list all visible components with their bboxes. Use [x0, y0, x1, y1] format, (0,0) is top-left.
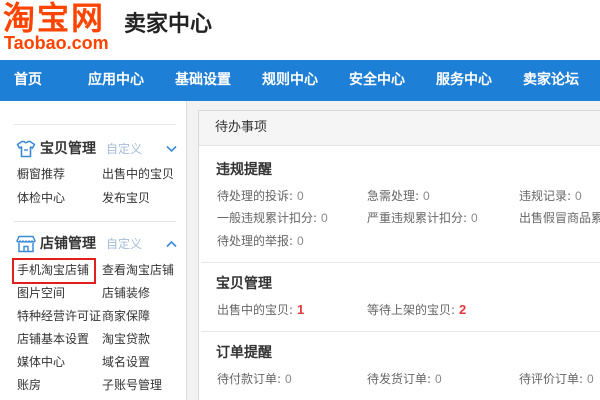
nav-rules-center[interactable]: 规则中心 — [262, 60, 318, 101]
nav-app-center[interactable]: 应用中心 — [88, 60, 144, 101]
sidebar-item-domain-settings[interactable]: 域名设置 — [102, 351, 185, 374]
todo-item[interactable]: 一般违规累计扣分: 0 — [217, 207, 365, 229]
todo-item[interactable]: 待处理的投诉: 0 — [217, 185, 365, 207]
todo-label: 出售中的宝贝: — [217, 303, 294, 317]
section-divider — [201, 262, 600, 263]
todo-count: 0 — [587, 372, 594, 386]
sidebar-divider — [14, 124, 176, 125]
list-row: 一般违规累计扣分: 0 严重违规累计扣分: 0 出售假冒商品累 — [199, 207, 600, 229]
sidebar-item-image-space[interactable]: 图片空间 — [17, 282, 102, 305]
todo-item[interactable]: 出售中的宝贝: 1 — [217, 299, 365, 321]
sidebar-item-on-sale[interactable]: 出售中的宝贝 — [102, 162, 185, 186]
todo-count: 0 — [435, 372, 442, 386]
todo-label: 违规记录: — [519, 189, 572, 203]
logo-chinese-text: 淘宝网 — [3, 0, 106, 37]
logo-domain-text: Taobao.com — [4, 33, 109, 53]
todo-count: 0 — [297, 234, 304, 248]
list-row: 待处理的举报: 0 — [199, 230, 600, 252]
todo-label: 等待上架的宝贝: — [367, 303, 456, 317]
todo-count: 1 — [297, 302, 305, 317]
page-header: 淘宝网 Taobao.com 卖家中心 — [0, 0, 600, 60]
sidebar-item-store-decoration[interactable]: 店铺装修 — [102, 282, 185, 305]
list-row: 待付款订单: 0 待发货订单: 0 待评价订单: 0 — [199, 368, 600, 390]
sidebar-divider — [14, 221, 176, 222]
todo-label: 待付款订单: — [217, 372, 282, 386]
todo-item[interactable]: 急需处理: 0 — [367, 185, 517, 207]
todo-item[interactable]: 待付款订单: 0 — [217, 368, 365, 390]
section-title-violations: 违规提醒 — [216, 162, 272, 178]
todo-count: 0 — [285, 372, 292, 386]
todo-count: 0 — [423, 189, 430, 203]
sidebar-item-health-check[interactable]: 体检中心 — [17, 186, 102, 210]
list-row: 待处理的投诉: 0 急需处理: 0 违规记录: 0 — [199, 185, 600, 207]
section-title-products: 宝贝管理 — [216, 276, 272, 292]
sidebar-item-media-center[interactable]: 媒体中心 — [17, 351, 102, 374]
todo-item[interactable]: 严重违规累计扣分: 0 — [367, 207, 517, 229]
panel-header: 待办事项 — [199, 111, 600, 146]
nav-basic-settings[interactable]: 基础设置 — [175, 60, 231, 101]
todo-count: 0 — [297, 189, 304, 203]
taobao-logo: 淘宝网 Taobao.com — [3, 1, 117, 57]
todo-item[interactable]: 等待上架的宝贝: 2 — [367, 299, 517, 321]
nav-security-center[interactable]: 安全中心 — [349, 60, 405, 101]
sidebar-item-showcase[interactable]: 橱窗推荐 — [17, 162, 102, 186]
nav-home[interactable]: 首页 — [14, 60, 42, 101]
sidebar-item-mobile-store[interactable]: 手机淘宝店铺 — [12, 258, 102, 284]
sidebar-item-merchant-guarantee[interactable]: 商家保障 — [102, 305, 185, 328]
customize-link[interactable]: 自定义 — [106, 233, 142, 255]
sidebar-item-publish[interactable]: 发布宝贝 — [102, 186, 185, 210]
sidebar: 宝贝管理 自定义 橱窗推荐 出售中的宝贝 体检中心 发布宝贝 店铺管理 自定义 — [0, 101, 187, 400]
sidebar-item-special-license[interactable]: 特种经营许可证 — [17, 305, 102, 328]
main-nav: 首页 应用中心 基础设置 规则中心 安全中心 服务中心 卖家论坛 — [0, 60, 600, 101]
sidebar-section-title: 店铺管理 — [40, 236, 96, 252]
nav-seller-forum[interactable]: 卖家论坛 — [523, 60, 579, 101]
todo-count: 0 — [321, 211, 328, 225]
todo-label: 待发货订单: — [367, 372, 432, 386]
page-title: 卖家中心 — [124, 12, 213, 37]
todo-label: 一般违规累计扣分: — [217, 211, 318, 225]
sidebar-item-sub-accounts[interactable]: 子账号管理 — [102, 374, 185, 397]
todo-item[interactable]: 违规记录: 0 — [519, 185, 600, 207]
sidebar-item-basic-settings[interactable]: 店铺基本设置 — [17, 328, 102, 351]
todo-label: 待处理的举报: — [217, 234, 294, 248]
todo-item[interactable]: 待评价订单: 0 — [519, 368, 600, 390]
todo-label: 严重违规累计扣分: — [367, 211, 468, 225]
sidebar-item-view-store[interactable]: 查看淘宝店铺 — [102, 259, 185, 282]
chevron-up-icon[interactable] — [166, 240, 177, 248]
customize-link[interactable]: 自定义 — [106, 138, 142, 160]
section-divider — [201, 331, 600, 332]
todo-count: 0 — [471, 211, 478, 225]
sidebar-item-loans[interactable]: 淘宝贷款 — [102, 328, 185, 351]
todo-item[interactable]: 待处理的举报: 0 — [217, 230, 365, 252]
sidebar-item-account-room[interactable]: 账房 — [17, 374, 102, 397]
todo-label: 急需处理: — [367, 189, 420, 203]
nav-service-center[interactable]: 服务中心 — [436, 60, 492, 101]
todo-item[interactable]: 待发货订单: 0 — [367, 368, 517, 390]
todo-label: 待评价订单: — [519, 372, 584, 386]
todo-count: 2 — [459, 302, 467, 317]
sidebar-section-title: 宝贝管理 — [40, 141, 96, 157]
panel-title: 待办事项 — [215, 120, 268, 135]
sidebar-product-links: 橱窗推荐 出售中的宝贝 体检中心 发布宝贝 — [17, 162, 185, 210]
todo-panel: 待办事项 违规提醒 待处理的投诉: 0 急需处理: 0 违规记录: 0 一般违规累计扣… — [198, 110, 600, 400]
todo-label: 待处理的投诉: — [217, 189, 294, 203]
todo-count: 0 — [575, 189, 582, 203]
sidebar-store-links: 手机淘宝店铺 查看淘宝店铺 图片空间 店铺装修 特种经营许可证 商家保障 店铺基… — [12, 258, 185, 397]
todo-label: 出售假冒商品累 — [519, 211, 600, 225]
todo-item[interactable]: 出售假冒商品累 — [519, 207, 600, 229]
section-title-orders: 订单提醒 — [216, 345, 272, 361]
sidebar-section-header-store[interactable]: 店铺管理 自定义 — [16, 233, 181, 255]
sidebar-section-header-product[interactable]: 宝贝管理 自定义 — [16, 138, 181, 160]
store-icon — [16, 235, 36, 253]
list-row: 出售中的宝贝: 1 等待上架的宝贝: 2 — [199, 299, 600, 321]
chevron-down-icon[interactable] — [166, 145, 177, 153]
shirt-icon — [16, 140, 36, 158]
